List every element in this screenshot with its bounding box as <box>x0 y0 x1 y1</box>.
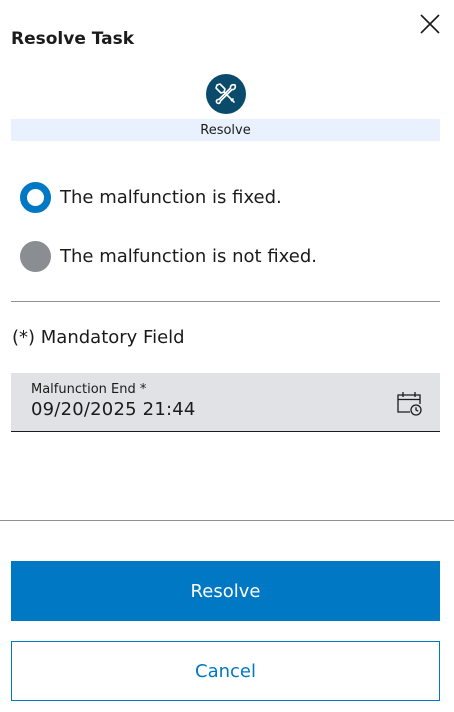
radio-option-fixed[interactable]: The malfunction is fixed. <box>20 181 282 213</box>
close-button[interactable] <box>416 10 444 38</box>
cancel-button[interactable]: Cancel <box>11 641 440 701</box>
date-picker-button[interactable] <box>395 389 423 417</box>
step-icon-circle <box>206 74 246 114</box>
resolve-button[interactable]: Resolve <box>11 561 440 621</box>
radio-button-unchecked[interactable] <box>20 240 51 272</box>
radio-option-not-fixed[interactable]: The malfunction is not fixed. <box>20 240 317 272</box>
radio-option-label: The malfunction is not fixed. <box>60 245 317 267</box>
step-label: Resolve <box>11 119 440 141</box>
dialog-title: Resolve Task <box>11 29 135 49</box>
section-divider <box>11 301 440 302</box>
close-icon <box>420 14 440 34</box>
malfunction-end-label: Malfunction End * <box>31 382 147 397</box>
calendar-clock-icon <box>397 392 422 416</box>
footer-divider <box>0 520 454 521</box>
radio-button-checked[interactable] <box>20 181 51 213</box>
mandatory-field-note: (*) Mandatory Field <box>12 327 185 348</box>
wrench-screwdriver-icon <box>215 83 237 105</box>
malfunction-end-value[interactable]: 09/20/2025 21:44 <box>31 399 196 420</box>
radio-option-label: The malfunction is fixed. <box>60 186 282 208</box>
malfunction-end-field[interactable]: Malfunction End * 09/20/2025 21:44 <box>11 373 440 432</box>
